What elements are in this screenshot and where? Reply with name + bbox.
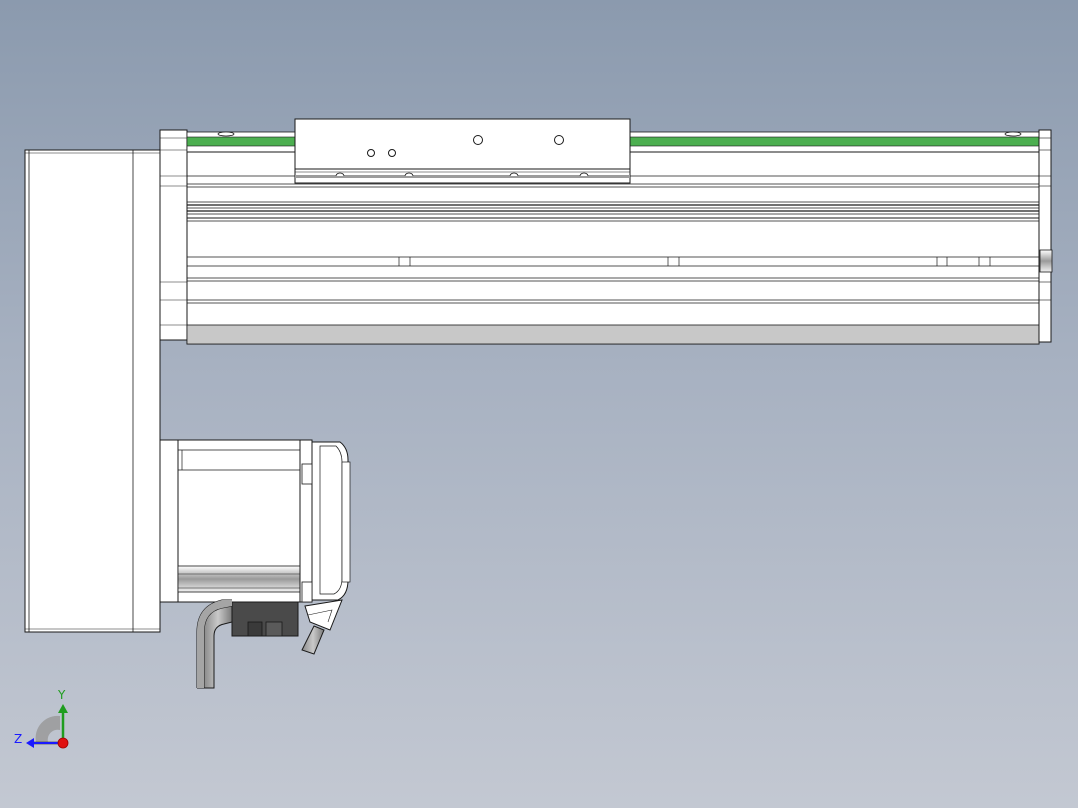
belt-cover-housing	[24, 149, 161, 633]
carriage-slider	[294, 118, 631, 184]
right-end-cap	[1038, 129, 1053, 343]
z-axis-arrowhead	[26, 738, 34, 748]
cad-model-view[interactable]	[0, 0, 1078, 808]
triad-y-label: Y	[58, 688, 66, 702]
left-end-block	[159, 129, 188, 341]
servo-motor	[159, 439, 351, 603]
triad-z-label: Z	[14, 732, 23, 746]
graphics-viewport[interactable]: Z Y	[0, 0, 1078, 808]
y-axis-arrowhead	[58, 704, 68, 713]
encoder-cable	[301, 625, 325, 655]
motor-connector	[231, 599, 343, 637]
power-cable	[196, 599, 233, 689]
triad-origin	[57, 737, 69, 749]
orientation-triad	[26, 704, 69, 749]
